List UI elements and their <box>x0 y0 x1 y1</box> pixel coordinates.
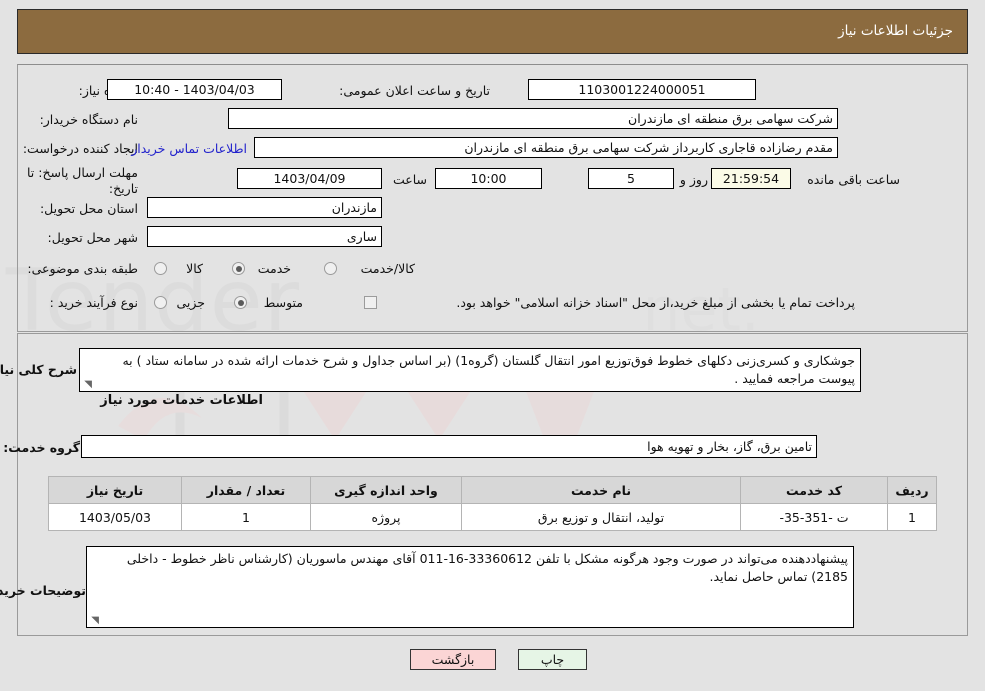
buyer-contact-link[interactable]: اطلاعات تماس خریدار <box>131 141 247 156</box>
radio-process-medium[interactable] <box>234 296 247 309</box>
radio-process-minor[interactable] <box>154 296 167 309</box>
col-quantity: تعداد / مقدار <box>181 476 311 504</box>
page-title: جزئیات اطلاعات نیاز <box>838 23 953 39</box>
deadline-time-value: 10:00 <box>435 168 542 189</box>
back-button[interactable]: بازگشت <box>410 649 496 670</box>
deadline-label: مهلت ارسال پاسخ: تا تاریخ: <box>27 165 138 196</box>
page-root: AriaTender .net جزئیات اطلاعات نیاز شمار… <box>0 0 985 691</box>
need-description-textarea[interactable]: جوشکاری و کسری‌زنی دکلهای خطوط فوق‌توزیع… <box>79 348 861 392</box>
radio-category-service[interactable] <box>232 262 245 275</box>
cell-quantity: 1 <box>181 503 311 531</box>
countdown-timer: 21:59:54 <box>711 168 791 189</box>
announce-datetime-label: تاریخ و ساعت اعلان عمومی: <box>339 83 490 98</box>
cell-unit: پروژه <box>310 503 462 531</box>
category-label: طبقه بندی موضوعی: <box>27 261 138 276</box>
col-unit: واحد اندازه گیری <box>310 476 462 504</box>
checkbox-islamic-treasury-bonds-label: پرداخت تمام یا بخشی از مبلغ خرید،از محل … <box>456 295 855 310</box>
page-header-bar: جزئیات اطلاعات نیاز <box>17 9 968 54</box>
cell-service-name: تولید، انتقال و توزیع برق <box>461 503 741 531</box>
buyer-notes-textarea[interactable]: پیشنهاددهنده می‌تواند در صورت وجود هرگون… <box>86 546 854 628</box>
print-button[interactable]: چاپ <box>518 649 587 670</box>
table-header-row: ردیف کد خدمت نام خدمت واحد اندازه گیری ت… <box>48 476 937 504</box>
countdown-suffix-label: ساعت باقی مانده <box>807 172 900 187</box>
delivery-city-label: شهر محل تحویل: <box>47 230 138 245</box>
remaining-days-value: 5 <box>588 168 674 189</box>
delivery-province-label: استان محل تحویل: <box>39 201 138 216</box>
cell-service-code: ت -351-35- <box>740 503 888 531</box>
radio-process-minor-label: جزیی <box>176 295 205 310</box>
service-group-label: گروه خدمت: <box>3 440 80 455</box>
col-service-code: کد خدمت <box>740 476 888 504</box>
checkbox-islamic-treasury-bonds[interactable] <box>364 296 377 309</box>
delivery-city-value: ساری <box>147 226 382 247</box>
col-service-name: نام خدمت <box>461 476 741 504</box>
service-group-value: تامین برق، گاز، بخار و تهویه هوا <box>81 435 817 458</box>
buyer-org-label: نام دستگاه خریدار: <box>39 112 138 127</box>
radio-process-medium-label: متوسط <box>263 295 303 310</box>
deadline-time-label: ساعت <box>392 172 427 187</box>
radio-category-goods-label: کالا <box>186 261 203 276</box>
announce-datetime-value: 1403/04/03 - 10:40 <box>107 79 282 100</box>
radio-category-goods-service-label: کالا/خدمت <box>360 261 415 276</box>
cell-need-date: 1403/05/03 <box>48 503 182 531</box>
buyer-org-value: شرکت سهامی برق منطقه ای مازندران <box>228 108 838 129</box>
buyer-notes-label: توضیحات خریدار: <box>0 583 86 598</box>
requester-value: مقدم رضازاده قاجاری کاربرداز شرکت سهامی … <box>254 137 838 158</box>
deadline-date-value: 1403/04/09 <box>237 168 382 189</box>
remaining-days-unit: روز و <box>679 172 708 187</box>
buyer-notes-text: پیشنهاددهنده می‌تواند در صورت وجود هرگون… <box>126 551 848 584</box>
resize-grip-icon-notes[interactable]: ◥ <box>89 616 99 626</box>
col-need-date: تاریخ نیاز <box>48 476 182 504</box>
radio-category-goods-service[interactable] <box>324 262 337 275</box>
table-row: 1 ت -351-35- تولید، انتقال و توزیع برق پ… <box>48 503 937 531</box>
delivery-province-value: مازندران <box>147 197 382 218</box>
process-type-label: نوع فرآیند خرید : <box>49 295 138 310</box>
need-number-value: 1103001224000051 <box>528 79 756 100</box>
need-description-text: جوشکاری و کسری‌زنی دکلهای خطوط فوق‌توزیع… <box>122 353 855 386</box>
services-table: ردیف کد خدمت نام خدمت واحد اندازه گیری ت… <box>48 476 937 531</box>
requester-label: ایجاد کننده درخواست: <box>22 141 138 156</box>
services-section-title: اطلاعات خدمات مورد نیاز <box>100 393 263 408</box>
col-row-number: ردیف <box>887 476 937 504</box>
radio-category-service-label: خدمت <box>257 261 291 276</box>
need-description-label: شرح کلی نیاز: <box>0 362 77 377</box>
cell-row-number: 1 <box>887 503 937 531</box>
radio-category-goods[interactable] <box>154 262 167 275</box>
resize-grip-icon[interactable]: ◥ <box>82 380 92 390</box>
